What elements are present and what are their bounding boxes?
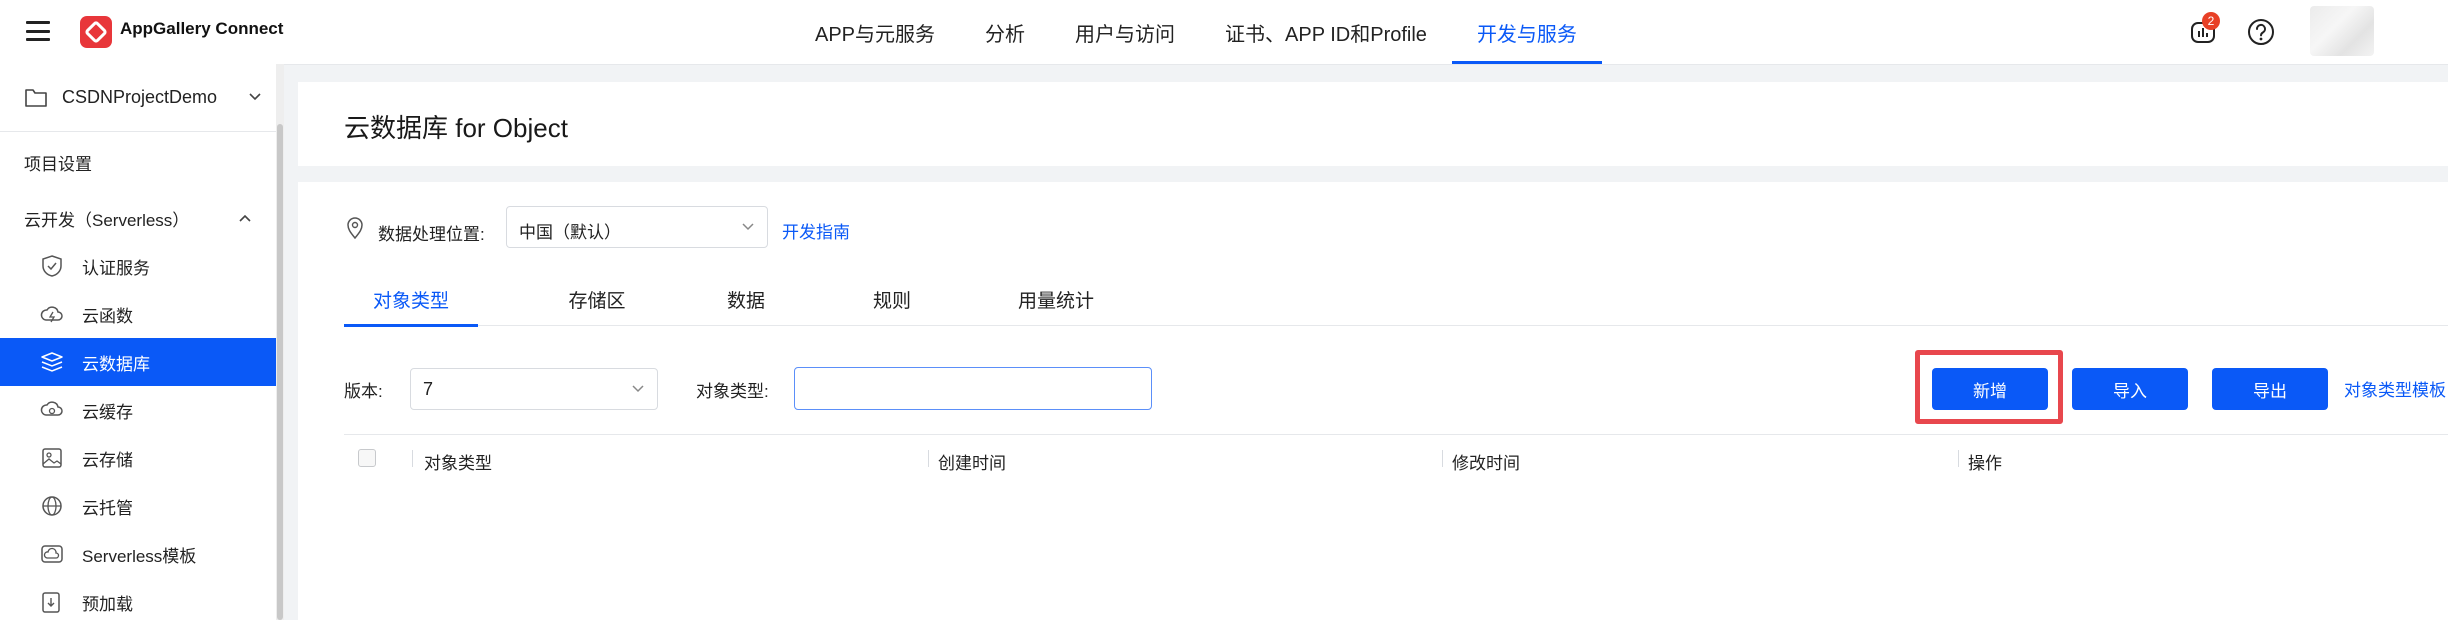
nav-analytics[interactable]: 分析 <box>960 0 1050 64</box>
project-selector[interactable]: CSDNProjectDemo <box>0 64 276 132</box>
object-type-label: 对象类型: <box>696 382 769 401</box>
column-divider <box>1958 450 1959 467</box>
appgallery-logo[interactable] <box>80 16 112 48</box>
top-bar: AppGallery Connect APP与元服务 分析 用户与访问 证书、A… <box>0 0 2448 64</box>
content-panel: 数据处理位置: 中国（默认） 开发指南 对象类型 存储区 数据 规则 用量统计 … <box>298 182 2448 620</box>
sidebar-item-label: Serverless模板 <box>82 546 197 566</box>
version-label: 版本: <box>344 382 383 401</box>
sidebar-scrollbar[interactable] <box>276 64 284 620</box>
tab-storage-zones[interactable]: 存储区 <box>542 282 652 326</box>
sidebar-item-label: 云开发（Serverless） <box>24 210 190 230</box>
tab-bar: 对象类型 存储区 数据 规则 用量统计 <box>344 282 2448 327</box>
nav-app-services[interactable]: APP与元服务 <box>790 0 960 64</box>
nav-users-access[interactable]: 用户与访问 <box>1050 0 1200 64</box>
cloud-cache-icon <box>40 401 63 416</box>
sidebar-item-label: 预加载 <box>82 594 133 614</box>
version-value: 7 <box>423 379 434 399</box>
location-label: 数据处理位置: <box>378 225 485 244</box>
avatar[interactable] <box>2310 6 2374 56</box>
export-button[interactable]: 导出 <box>2212 368 2328 410</box>
sidebar-item-preload[interactable]: 预加载 <box>0 578 276 620</box>
sidebar-item-serverless-template[interactable]: Serverless模板 <box>0 530 276 578</box>
version-select[interactable]: 7 <box>410 368 658 410</box>
top-nav: APP与元服务 分析 用户与访问 证书、APP ID和Profile 开发与服务 <box>790 0 1602 64</box>
column-divider <box>928 450 929 467</box>
location-pin-icon <box>347 217 363 240</box>
nav-certificates[interactable]: 证书、APP ID和Profile <box>1200 0 1452 64</box>
sidebar: CSDNProjectDemo 项目设置 云开发（Serverless） 认证服… <box>0 64 284 620</box>
chevron-down-icon <box>742 223 754 231</box>
sidebar-item-label: 项目设置 <box>24 154 92 174</box>
cloud-function-icon <box>40 306 63 323</box>
dev-guide-link[interactable]: 开发指南 <box>782 218 850 243</box>
menu-icon[interactable] <box>26 21 50 41</box>
sidebar-item-cloud-hosting[interactable]: 云托管 <box>0 482 276 530</box>
sidebar-group-serverless[interactable]: 云开发（Serverless） <box>0 194 276 242</box>
column-header-object-type: 对象类型 <box>424 454 492 473</box>
tab-rules[interactable]: 规则 <box>852 282 932 326</box>
chevron-up-icon <box>239 214 251 222</box>
sidebar-item-cloud-db[interactable]: 云数据库 <box>0 338 276 386</box>
brand-name[interactable]: AppGallery Connect <box>120 19 283 39</box>
sidebar-item-label: 云函数 <box>82 306 133 326</box>
select-all-checkbox[interactable] <box>358 449 376 467</box>
notification-badge: 2 <box>2202 12 2220 30</box>
chevron-down-icon <box>249 93 261 101</box>
sidebar-item-cloud-storage[interactable]: 云存储 <box>0 434 276 482</box>
tab-data[interactable]: 数据 <box>706 282 786 326</box>
column-header-actions: 操作 <box>1968 454 2002 473</box>
sidebar-item-label: 云存储 <box>82 450 133 470</box>
region-value: 中国（默认） <box>519 223 621 242</box>
column-divider <box>1442 450 1443 467</box>
add-button[interactable]: 新增 <box>1932 368 2048 410</box>
sidebar-item-label: 认证服务 <box>82 258 150 278</box>
import-button[interactable]: 导入 <box>2072 368 2188 410</box>
sidebar-item-label: 云数据库 <box>82 354 150 374</box>
page-header: 云数据库 for Object <box>298 82 2448 166</box>
tab-object-types[interactable]: 对象类型 <box>344 282 478 327</box>
preload-icon <box>42 592 60 613</box>
database-layers-icon <box>41 352 63 372</box>
help-icon[interactable] <box>2246 17 2276 47</box>
column-header-created: 创建时间 <box>938 454 1006 473</box>
sidebar-item-auth[interactable]: 认证服务 <box>0 242 276 290</box>
sidebar-item-cloud-functions[interactable]: 云函数 <box>0 290 276 338</box>
nav-dev-services[interactable]: 开发与服务 <box>1451 0 1602 64</box>
column-header-modified: 修改时间 <box>1452 454 1520 473</box>
tab-usage-stats[interactable]: 用量统计 <box>996 282 1116 326</box>
sidebar-item-label: 云缓存 <box>82 402 133 422</box>
cloud-template-icon <box>41 545 63 563</box>
folder-icon <box>25 89 47 107</box>
sidebar-item-project-settings[interactable]: 项目设置 <box>0 138 276 186</box>
object-type-input[interactable] <box>794 367 1152 410</box>
sidebar-item-label: 云托管 <box>82 498 133 518</box>
table-header: 对象类型 创建时间 修改时间 操作 <box>344 434 2448 482</box>
sidebar-item-cloud-cache[interactable]: 云缓存 <box>0 386 276 434</box>
region-select[interactable]: 中国（默认） <box>506 206 768 248</box>
shield-check-icon <box>42 255 62 277</box>
object-type-template-link[interactable]: 对象类型模板 <box>2344 376 2446 401</box>
chevron-down-icon <box>632 385 644 393</box>
column-divider <box>412 450 413 467</box>
project-name: CSDNProjectDemo <box>62 87 218 107</box>
page-title: 云数据库 for Object <box>344 113 568 143</box>
image-storage-icon <box>42 448 62 468</box>
globe-hosting-icon <box>42 496 62 516</box>
